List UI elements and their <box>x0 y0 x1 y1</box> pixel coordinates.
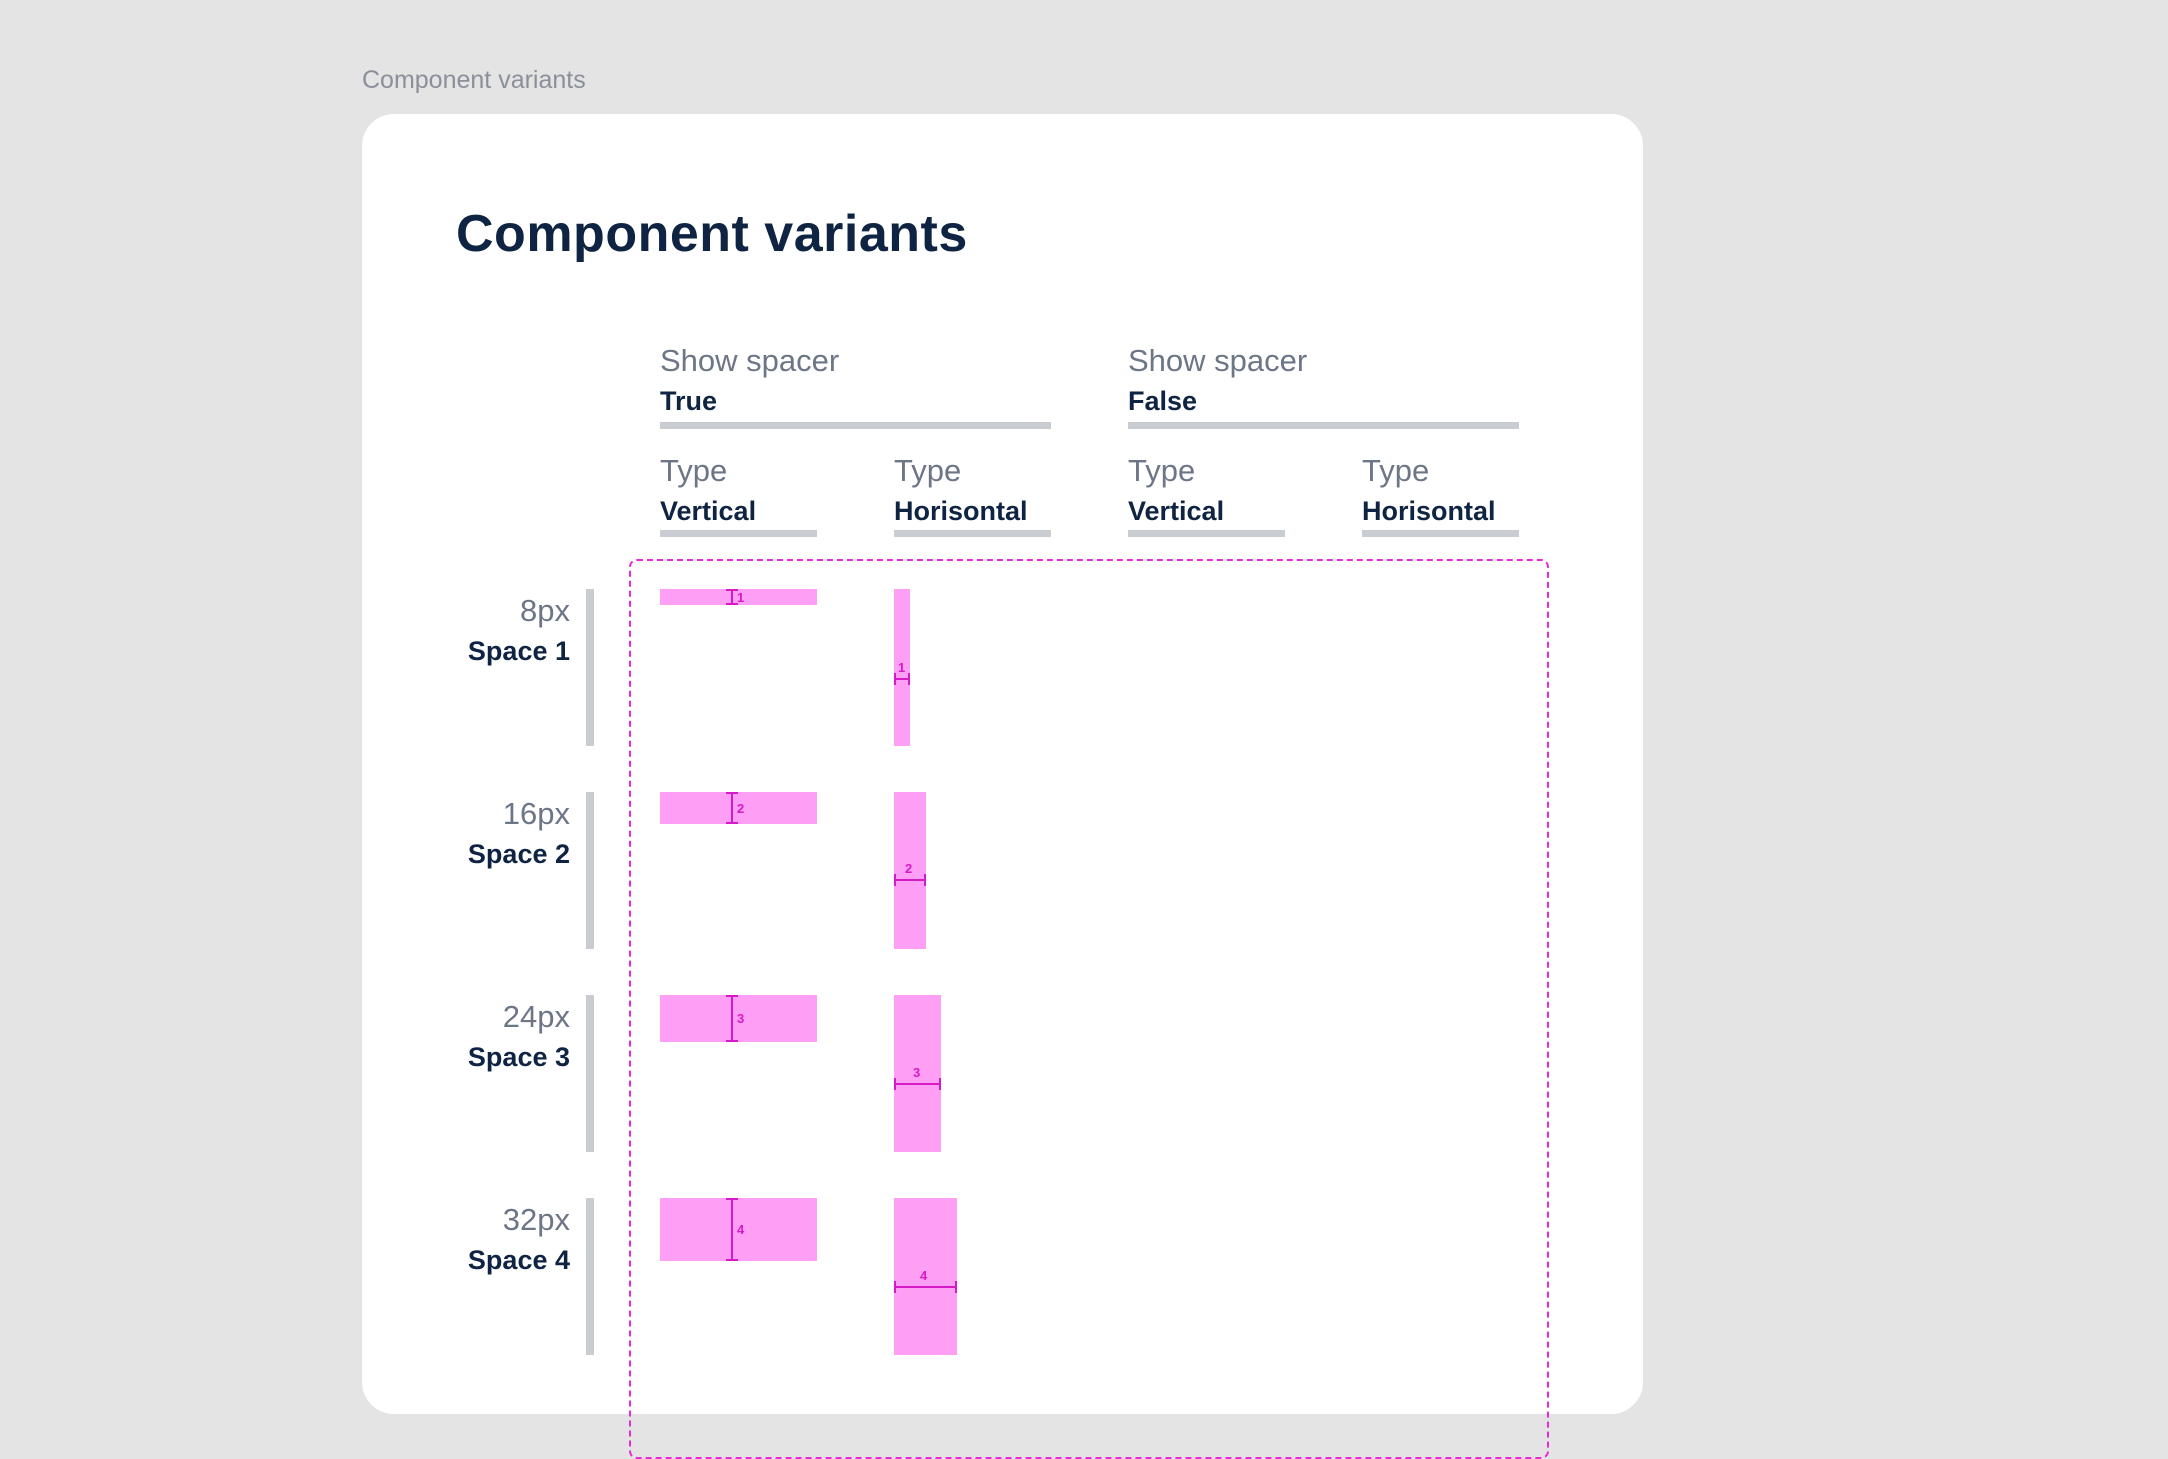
row-bar <box>586 995 594 1152</box>
row-label-space-3: 24px Space 3 <box>468 998 570 1074</box>
column-header-false-horisontal: Type Horisontal <box>1362 452 1519 537</box>
spacer-horisontal-space-3[interactable]: 3 <box>894 995 941 1152</box>
row-bar <box>586 1198 594 1355</box>
column-header-key: Type <box>894 453 962 488</box>
spacer-vertical-space-4[interactable]: 4 <box>660 1198 817 1261</box>
spacer-number: 3 <box>913 1065 921 1080</box>
group-header-value: True <box>660 386 718 416</box>
group-header-show-spacer-true: Show spacer True <box>660 342 1051 429</box>
group-header-key: Show spacer <box>1128 343 1308 378</box>
column-header-key: Type <box>1128 453 1196 488</box>
row-label-space-4: 32px Space 4 <box>468 1201 570 1277</box>
row-label-size: 8px <box>520 593 570 628</box>
spacer-number: 4 <box>737 1222 745 1237</box>
spacer-number: 1 <box>898 660 906 675</box>
row-label-size: 24px <box>502 999 570 1034</box>
group-header-bar <box>1128 422 1519 429</box>
spacer-horisontal-space-1[interactable]: 1 <box>894 589 910 746</box>
spacer-number: 2 <box>737 801 745 816</box>
column-header-key: Type <box>1362 453 1430 488</box>
column-header-value: Vertical <box>660 496 757 526</box>
spacer-vertical-space-1[interactable]: 1 <box>660 589 817 605</box>
spacer-horisontal-space-2[interactable]: 2 <box>894 792 926 949</box>
group-header-show-spacer-false: Show spacer False <box>1128 342 1519 429</box>
column-header-value: Horisontal <box>894 496 1028 526</box>
group-header-value: False <box>1128 386 1198 416</box>
row-label-space-1: 8px Space 1 <box>468 592 570 668</box>
column-header-bar <box>894 530 1051 537</box>
spacer-vertical-space-3[interactable]: 3 <box>660 995 817 1042</box>
row-label-space-2: 16px Space 2 <box>468 795 570 871</box>
row-label-name: Space 1 <box>467 636 570 666</box>
column-header-value: Horisontal <box>1362 496 1496 526</box>
row-label-size: 16px <box>502 796 570 831</box>
spacer-number: 2 <box>905 861 913 876</box>
row-label-size: 32px <box>502 1202 570 1237</box>
group-header-bar <box>660 422 1051 429</box>
row-label-name: Space 2 <box>467 839 570 869</box>
spacer-number: 4 <box>920 1268 928 1283</box>
column-header-true-horisontal: Type Horisontal <box>894 452 1051 537</box>
spacer-number: 3 <box>737 1011 745 1026</box>
column-header-key: Type <box>660 453 728 488</box>
row-label-name: Space 3 <box>467 1042 570 1072</box>
spacer-vertical-space-2[interactable]: 2 <box>660 792 817 824</box>
column-header-value: Vertical <box>1128 496 1225 526</box>
column-header-bar <box>1128 530 1285 537</box>
row-bar <box>586 589 594 746</box>
column-header-bar <box>1362 530 1519 537</box>
spacer-horisontal-space-4[interactable]: 4 <box>894 1198 957 1355</box>
group-header-key: Show spacer <box>660 343 840 378</box>
frame-label[interactable]: Component variants <box>362 66 586 95</box>
row-bar <box>586 792 594 949</box>
column-header-bar <box>660 530 817 537</box>
spacer-number: 1 <box>737 590 745 605</box>
column-header-false-vertical: Type Vertical <box>1128 452 1285 537</box>
column-header-true-vertical: Type Vertical <box>660 452 817 537</box>
row-label-name: Space 4 <box>467 1245 570 1275</box>
page-title: Component variants <box>456 205 968 263</box>
